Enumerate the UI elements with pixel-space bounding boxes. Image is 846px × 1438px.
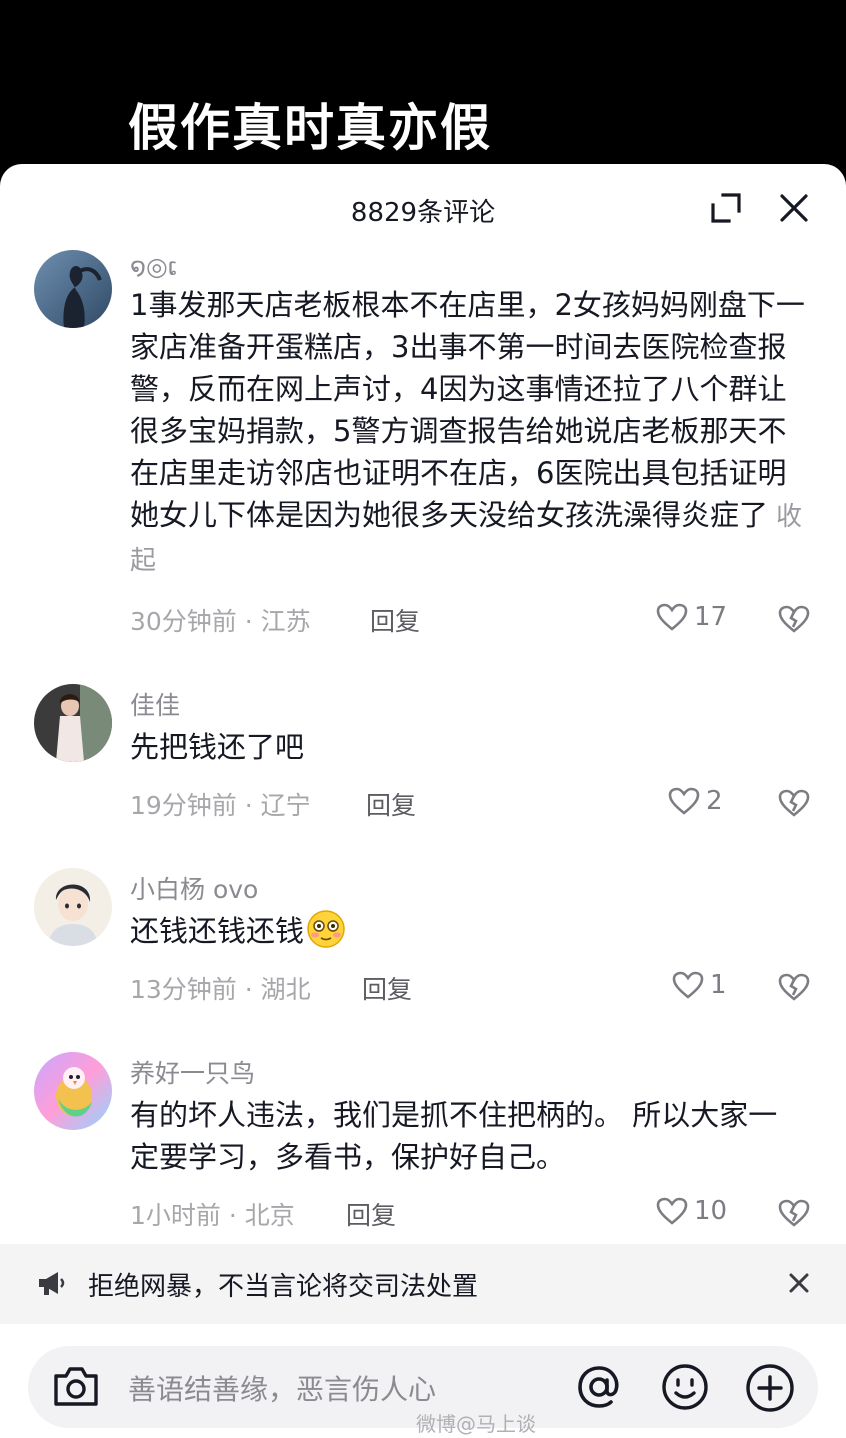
comment-username[interactable]: 佳佳 (130, 686, 180, 722)
broken-heart-icon (778, 973, 810, 1001)
flushed-face-emoji (307, 910, 345, 948)
notice-text: 拒绝网暴，不当言论将交司法处置 (88, 1272, 479, 1302)
like-count: 1 (710, 970, 727, 1000)
reply-button[interactable]: 回复 (362, 970, 412, 1006)
broken-heart-icon (778, 605, 810, 633)
reply-button[interactable]: 回复 (346, 1196, 396, 1232)
expand-icon (711, 193, 741, 223)
dislike-button[interactable] (778, 1198, 810, 1228)
heart-icon (672, 971, 704, 999)
comment-username[interactable]: 养好一只鸟 (130, 1054, 255, 1090)
plus-icon[interactable] (744, 1362, 796, 1414)
like-count: 17 (694, 602, 728, 632)
like-count: 2 (706, 786, 723, 816)
comment-text: 还钱还钱还钱 (130, 910, 810, 952)
like-button[interactable]: 2 (668, 786, 723, 816)
comment-time-location: 13分钟前 · 湖北 (130, 975, 311, 1004)
comment-sheet-header: 8829条评论 (0, 164, 846, 250)
dislike-button[interactable] (778, 788, 810, 818)
broken-heart-icon (778, 789, 810, 817)
camera-icon[interactable] (52, 1364, 100, 1408)
comment-sheet: 8829条评论 ໑◎ເ 1事发那天店老板根本不在店里，2女孩妈妈刚盘下一家店准备… (0, 164, 846, 1438)
smile-icon[interactable] (660, 1362, 710, 1412)
comment-time-location: 30分钟前 · 江苏 (130, 607, 311, 636)
comment-time-location: 1小时前 · 北京 (130, 1201, 295, 1230)
comment-username[interactable]: 小白杨 ovo (130, 870, 258, 906)
avatar[interactable] (34, 868, 112, 946)
comment-input-placeholder[interactable]: 善语结善缘，恶言伤人心 (128, 1368, 436, 1408)
heart-icon (656, 1197, 688, 1225)
reply-button[interactable]: 回复 (366, 786, 416, 822)
avatar[interactable] (34, 1052, 112, 1130)
like-button[interactable]: 1 (672, 970, 727, 1000)
reply-button[interactable]: 回复 (370, 602, 420, 638)
megaphone-icon (39, 1272, 65, 1295)
comment-time-location: 19分钟前 · 辽宁 (130, 791, 311, 820)
comment-text: 1事发那天店老板根本不在店里，2女孩妈妈刚盘下一家店准备开蛋糕店，3出事不第一时… (130, 284, 810, 582)
comment-body: 1事发那天店老板根本不在店里，2女孩妈妈刚盘下一家店准备开蛋糕店，3出事不第一时… (130, 288, 805, 532)
comment-username[interactable]: ໑◎ເ (130, 252, 177, 281)
watermark: 微博@马上谈 (416, 1412, 536, 1436)
heart-icon (656, 603, 688, 631)
close-button[interactable] (774, 188, 814, 228)
comment-text: 先把钱还了吧 (130, 730, 305, 764)
like-button[interactable]: 17 (656, 602, 727, 632)
broken-heart-icon (778, 1199, 810, 1227)
avatar[interactable] (34, 250, 112, 328)
at-icon[interactable] (574, 1362, 624, 1412)
video-title: 假作真时真亦假 (128, 99, 492, 157)
like-button[interactable]: 10 (656, 1196, 727, 1226)
close-icon (780, 194, 808, 222)
dislike-button[interactable] (778, 604, 810, 634)
comment-body: 还钱还钱还钱 (130, 914, 305, 948)
notice-bar: 拒绝网暴，不当言论将交司法处置 (0, 1244, 846, 1324)
expand-button[interactable] (706, 188, 746, 228)
heart-icon (668, 787, 700, 815)
dislike-button[interactable] (778, 972, 810, 1002)
avatar[interactable] (34, 684, 112, 762)
like-count: 10 (694, 1196, 728, 1226)
comment-text: 有的坏人违法，我们是抓不住把柄的。 所以大家一定要学习，多看书，保护好自己。 (130, 1098, 778, 1174)
close-icon[interactable] (784, 1268, 814, 1298)
